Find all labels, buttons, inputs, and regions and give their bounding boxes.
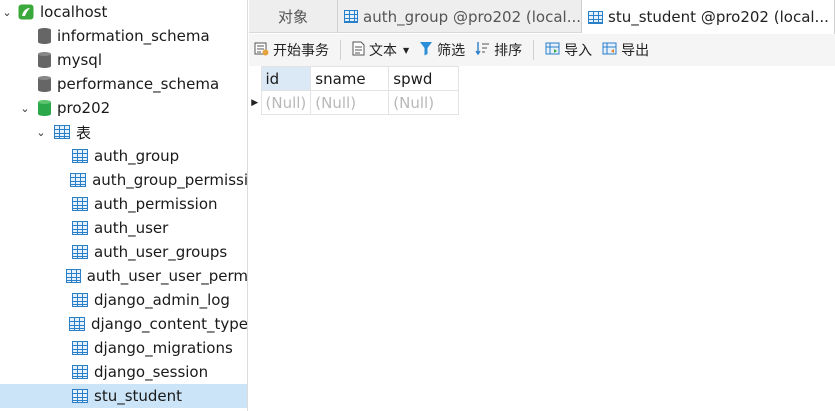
- import-button[interactable]: 导入: [540, 36, 597, 64]
- table-icon: [72, 197, 88, 211]
- sort-button[interactable]: 排序: [470, 36, 527, 64]
- tables-folder-icon: [54, 125, 70, 139]
- tab-label: auth_group @pro202 (local...: [363, 7, 581, 26]
- table-label: django_session: [94, 363, 209, 381]
- tree-connection-localhost[interactable]: ⌄ localhost: [0, 0, 247, 24]
- table-icon: [72, 245, 88, 259]
- tree-table-item[interactable]: django_admin_log: [0, 288, 247, 312]
- table-label: auth_user: [94, 219, 169, 237]
- toolbar-divider: [533, 40, 535, 60]
- text-view-label: 文本: [369, 43, 397, 59]
- database-icon: [38, 28, 51, 44]
- export-label: 导出: [621, 43, 650, 59]
- tab-stu-student[interactable]: stu_student @pro202 (local...: [582, 0, 835, 34]
- tree-db-pro202[interactable]: ⌄ pro202: [0, 96, 247, 120]
- table-icon: [72, 341, 88, 355]
- dropdown-arrow-icon[interactable]: ▼: [403, 46, 409, 55]
- tree-table-item[interactable]: auth_user_groups: [0, 240, 247, 264]
- tree-table-item[interactable]: auth_group: [0, 144, 247, 168]
- table-row[interactable]: ▶ (Null) (Null) (Null): [249, 90, 460, 115]
- document-icon: [352, 41, 365, 60]
- export-icon: [602, 41, 617, 60]
- database-label: information_schema: [57, 27, 210, 45]
- tree-table-item[interactable]: django_content_type: [0, 312, 248, 336]
- tree-table-item-selected[interactable]: stu_student: [0, 384, 247, 408]
- tree-table-item[interactable]: auth_user_user_perm: [0, 264, 248, 288]
- tree-db-performance-schema[interactable]: performance_schema: [0, 72, 247, 96]
- filter-icon: [419, 41, 433, 60]
- database-open-icon: [38, 100, 51, 116]
- table-icon: [70, 173, 87, 187]
- table-label: django_migrations: [94, 339, 233, 357]
- current-row-arrow-icon: ▶: [251, 97, 259, 108]
- table-label: auth_group_permissi: [92, 171, 248, 189]
- table-icon: [72, 365, 88, 379]
- results-table: id sname spwd ▶ (Null) (Null) (Null): [249, 66, 460, 115]
- table-cell[interactable]: (Null): [310, 90, 390, 115]
- tab-objects[interactable]: 对象: [249, 0, 338, 33]
- navicat-window: ⌄ localhost information_schema mysql per…: [0, 0, 835, 411]
- tab-bar: 对象 auth_group @pro202 (local... stu_stud…: [249, 0, 835, 34]
- connection-icon: [18, 4, 34, 20]
- import-label: 导入: [564, 43, 593, 59]
- export-button[interactable]: 导出: [597, 36, 654, 64]
- database-label: performance_schema: [57, 75, 220, 93]
- table-cell[interactable]: (Null): [260, 90, 312, 115]
- tab-label: stu_student @pro202 (local...: [608, 8, 829, 26]
- column-header[interactable]: sname: [310, 66, 390, 91]
- tree-table-item[interactable]: django_migrations: [0, 336, 247, 360]
- table-label: stu_student: [94, 387, 183, 405]
- text-view-button[interactable]: 文本 ▼: [347, 36, 414, 64]
- table-label: auth_permission: [94, 195, 218, 213]
- tree-db-mysql[interactable]: mysql: [0, 48, 247, 72]
- object-tree: ⌄ localhost information_schema mysql per…: [0, 0, 248, 411]
- header-row: id sname spwd: [249, 66, 460, 91]
- table-label: django_content_type: [90, 315, 248, 333]
- table-icon: [72, 389, 88, 403]
- table-icon: [344, 10, 359, 23]
- grid-toolbar: 开始事务 文本 ▼ 筛选 排序 导入 导出: [249, 34, 835, 66]
- chevron-down-icon[interactable]: ⌄: [18, 96, 32, 120]
- tables-folder-label: 表: [76, 123, 92, 142]
- chevron-down-icon[interactable]: ⌄: [0, 0, 14, 24]
- table-icon: [65, 269, 81, 283]
- table-label: auth_user_groups: [94, 243, 228, 261]
- chevron-down-icon[interactable]: ⌄: [34, 120, 48, 144]
- tree-table-item[interactable]: auth_user: [0, 216, 247, 240]
- filter-button[interactable]: 筛选: [414, 36, 470, 64]
- connection-label: localhost: [40, 3, 108, 21]
- table-icon: [72, 293, 88, 307]
- tree-table-item[interactable]: django_session: [0, 360, 247, 384]
- table-icon: [69, 317, 85, 331]
- database-icon: [38, 76, 51, 92]
- row-marker-header: [249, 67, 261, 91]
- tree-table-item[interactable]: auth_permission: [0, 192, 247, 216]
- table-label: auth_group: [94, 147, 180, 165]
- filter-label: 筛选: [437, 43, 466, 59]
- table-label: auth_user_user_perm: [86, 267, 248, 285]
- database-icon: [38, 52, 51, 68]
- transaction-icon: [254, 41, 269, 60]
- toolbar-divider: [340, 40, 341, 60]
- tab-label: 对象: [277, 8, 308, 26]
- begin-transaction-label: 开始事务: [273, 43, 329, 59]
- database-label: pro202: [57, 99, 111, 117]
- sort-label: 排序: [494, 43, 523, 59]
- database-label: mysql: [57, 51, 102, 69]
- table-label: django_admin_log: [94, 291, 230, 309]
- begin-transaction-button[interactable]: 开始事务: [249, 36, 334, 64]
- tree-db-information-schema[interactable]: information_schema: [0, 24, 247, 48]
- table-icon: [72, 149, 88, 163]
- tree-tables-folder[interactable]: ⌄ 表: [0, 120, 247, 144]
- column-header[interactable]: id: [260, 66, 312, 91]
- tab-auth-group[interactable]: auth_group @pro202 (local...: [338, 0, 582, 33]
- column-header[interactable]: spwd: [388, 66, 460, 91]
- table-icon: [588, 10, 603, 24]
- table-icon: [72, 221, 88, 235]
- import-icon: [545, 41, 560, 60]
- data-grid: id sname spwd ▶ (Null) (Null) (Null): [249, 66, 835, 411]
- tree-table-item[interactable]: auth_group_permissi: [0, 168, 248, 192]
- sort-icon: [475, 41, 490, 60]
- table-cell[interactable]: (Null): [388, 90, 460, 115]
